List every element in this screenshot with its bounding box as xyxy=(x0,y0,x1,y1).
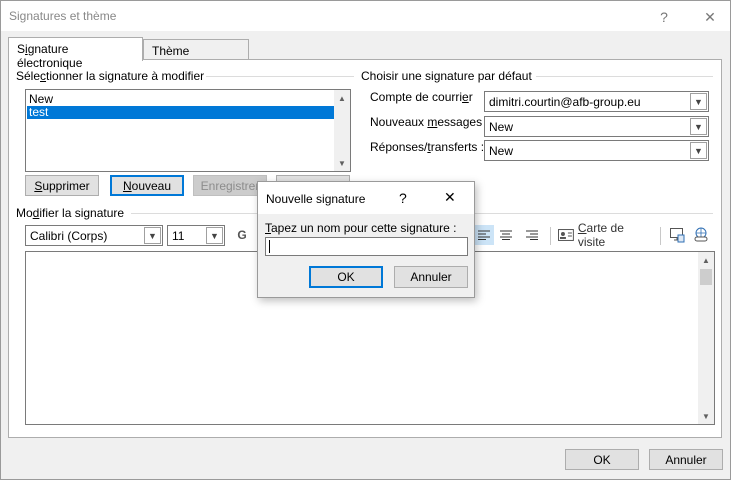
hyperlink-icon[interactable] xyxy=(691,225,711,245)
business-card-icon xyxy=(558,229,574,241)
edit-signature-label: Modifier la signature xyxy=(16,206,125,220)
close-button[interactable]: ✕ xyxy=(693,4,727,30)
dialog-title: Nouvelle signature xyxy=(266,192,366,206)
signature-name-input[interactable] xyxy=(265,237,468,256)
chevron-down-icon[interactable]: ▼ xyxy=(690,142,707,159)
scroll-down-icon[interactable]: ▼ xyxy=(334,155,350,171)
title-bar: Signatures et thème ? ✕ xyxy=(1,1,730,31)
account-label: Compte de courrier xyxy=(370,90,473,104)
save-button[interactable]: Enregistrer xyxy=(193,175,267,196)
dialog-title-bar: Nouvelle signature ? ✕ xyxy=(258,182,474,214)
text-caret xyxy=(269,240,270,253)
chevron-down-icon[interactable]: ▼ xyxy=(690,118,707,135)
scroll-thumb[interactable] xyxy=(700,269,712,285)
align-center-icon[interactable] xyxy=(496,225,516,245)
chevron-down-icon[interactable]: ▼ xyxy=(144,227,161,244)
ok-button[interactable]: OK xyxy=(565,449,639,470)
scroll-down-icon[interactable]: ▼ xyxy=(698,408,714,424)
signature-list[interactable]: New test ▲ ▼ xyxy=(25,89,351,172)
default-signature-label: Choisir une signature par défaut xyxy=(361,69,532,83)
scroll-up-icon[interactable]: ▲ xyxy=(698,252,714,268)
account-select[interactable]: dimitri.courtin@afb-group.eu ▼ xyxy=(484,91,709,112)
business-card-button[interactable]: Carte de visite xyxy=(558,221,654,249)
replies-label: Réponses/transferts : xyxy=(370,140,485,154)
select-signature-label: Sélectionner la signature à modifier xyxy=(16,69,205,83)
delete-button[interactable]: Supprimer xyxy=(25,175,99,196)
insert-picture-icon[interactable] xyxy=(667,225,687,245)
new-signature-dialog: Nouvelle signature ? ✕ Tapez un nom pour… xyxy=(257,181,475,298)
align-left-icon[interactable] xyxy=(474,225,494,245)
dialog-ok-button[interactable]: OK xyxy=(309,266,383,288)
toolbar-separator xyxy=(550,227,551,245)
scroll-up-icon[interactable]: ▲ xyxy=(334,90,350,106)
toolbar-separator xyxy=(660,227,661,245)
font-select[interactable]: Calibri (Corps) ▼ xyxy=(25,225,163,246)
cancel-button[interactable]: Annuler xyxy=(649,449,723,470)
dialog-prompt: Tapez un nom pour cette signature : xyxy=(265,221,457,235)
tab-signature[interactable]: Signature électronique xyxy=(8,37,143,70)
help-button[interactable]: ? xyxy=(647,4,681,30)
new-messages-select[interactable]: New ▼ xyxy=(484,116,709,137)
font-size-select[interactable]: 11 ▼ xyxy=(167,225,225,246)
editor-scrollbar[interactable]: ▲ ▼ xyxy=(698,252,714,424)
window-title: Signatures et thème xyxy=(9,9,117,23)
list-item[interactable]: test xyxy=(27,106,335,119)
dialog-close-button[interactable]: ✕ xyxy=(444,189,456,206)
bold-button[interactable]: G xyxy=(231,225,253,245)
replies-select[interactable]: New ▼ xyxy=(484,140,709,161)
list-item[interactable]: New xyxy=(27,93,335,106)
list-scrollbar[interactable]: ▲ ▼ xyxy=(334,90,350,171)
divider xyxy=(536,76,713,77)
dialog-help-button[interactable]: ? xyxy=(399,190,407,206)
dialog-cancel-button[interactable]: Annuler xyxy=(394,266,468,288)
new-messages-label: Nouveaux messages : xyxy=(370,115,489,129)
divider xyxy=(206,76,354,77)
chevron-down-icon[interactable]: ▼ xyxy=(690,93,707,110)
tab-personal-theme[interactable]: Thème personnel xyxy=(143,39,249,72)
chevron-down-icon[interactable]: ▼ xyxy=(206,227,223,244)
align-right-icon[interactable] xyxy=(522,225,542,245)
new-button[interactable]: Nouveau xyxy=(110,175,184,196)
